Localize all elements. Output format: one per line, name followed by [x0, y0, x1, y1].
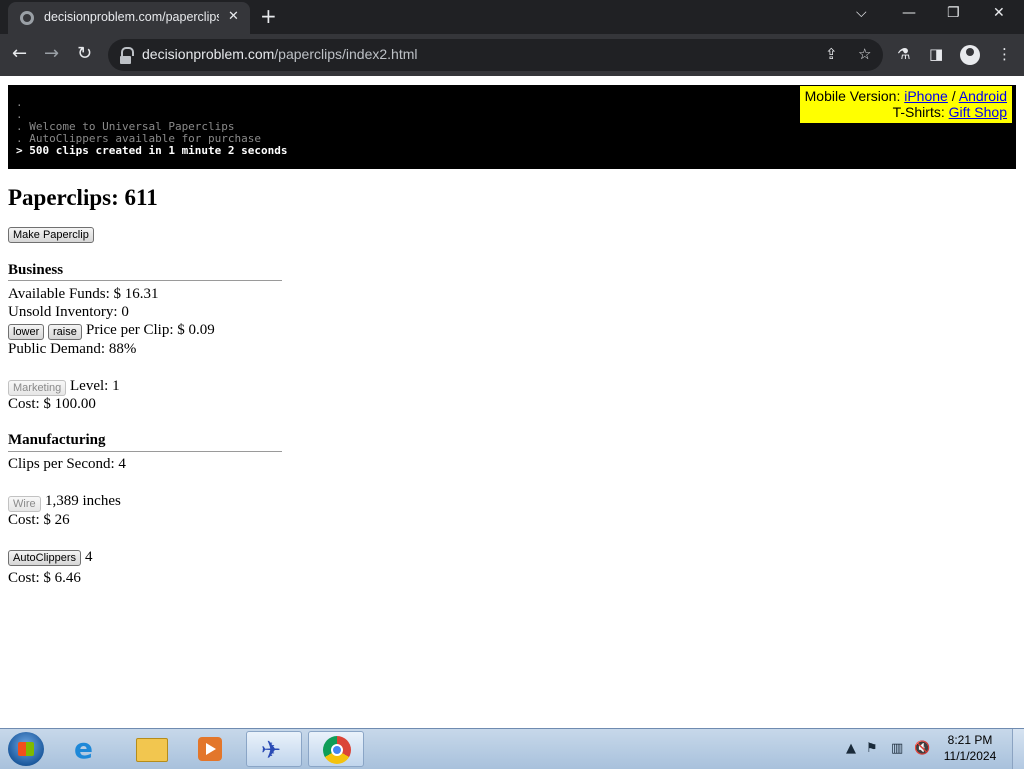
- clock-date: 11/1/2024: [943, 749, 997, 763]
- marketing-button[interactable]: Marketing: [8, 380, 67, 396]
- labs-icon[interactable]: ⚗: [897, 45, 910, 63]
- internet-explorer-taskbar-button[interactable]: e: [62, 731, 118, 767]
- side-panel-icon[interactable]: ◨: [929, 45, 943, 63]
- marketing-cost: Cost: $ 100.00: [8, 396, 96, 412]
- bookmark-star-icon[interactable]: ☆: [858, 45, 871, 63]
- paperclip-count: Paperclips: 611: [8, 185, 158, 210]
- lower-price-button[interactable]: lower: [8, 324, 45, 340]
- autoclippers-count: 4: [85, 549, 93, 565]
- menu-icon[interactable]: ⋮: [997, 45, 1012, 63]
- share-icon[interactable]: ⇪: [825, 45, 838, 63]
- android-link[interactable]: Android: [959, 88, 1007, 104]
- start-button[interactable]: [8, 732, 44, 766]
- forward-icon[interactable]: →: [44, 43, 59, 64]
- media-player-icon: [198, 737, 222, 761]
- airplane-app-icon: ✈: [261, 736, 282, 764]
- page-content: . . . Welcome to Universal Paperclips . …: [0, 76, 1024, 728]
- business-heading: Business: [8, 262, 64, 278]
- console-current-line: > 500 clips created in 1 minute 2 second…: [16, 144, 288, 157]
- volume-muted-icon[interactable]: 🔇: [914, 741, 930, 756]
- price-per-clip: Price per Clip: $ 0.09: [86, 322, 215, 338]
- clock-time: 8:21 PM: [947, 733, 993, 747]
- iphone-link[interactable]: iPhone: [904, 88, 948, 104]
- raise-price-button[interactable]: raise: [48, 324, 82, 340]
- url-text[interactable]: decisionproblem.com/paperclips/index2.ht…: [142, 46, 417, 62]
- autoclippers-button[interactable]: AutoClippers: [8, 550, 81, 566]
- show-desktop-button[interactable]: [1012, 729, 1024, 769]
- action-center-flag-icon[interactable]: ⚑: [866, 741, 878, 756]
- wire-cost: Cost: $ 26: [8, 512, 70, 528]
- system-clock[interactable]: 8:21 PM 11/1/2024: [930, 732, 1010, 764]
- folder-icon: [136, 738, 168, 762]
- marketing-level: Level: 1: [70, 378, 120, 394]
- available-funds: Available Funds: $ 16.31: [8, 286, 159, 302]
- show-hidden-icons-icon[interactable]: ▲: [846, 741, 856, 756]
- link-separator: /: [951, 88, 956, 104]
- internet-explorer-icon: e: [74, 732, 93, 765]
- unsold-inventory: Unsold Inventory: 0: [8, 304, 129, 320]
- close-window-button[interactable]: ✕: [993, 5, 1005, 21]
- divider: [8, 451, 282, 452]
- network-icon[interactable]: ▥: [891, 741, 903, 756]
- gift-shop-link[interactable]: Gift Shop: [949, 104, 1007, 120]
- chrome-taskbar-button[interactable]: [308, 731, 364, 767]
- browser-toolbar: ← → ↻ decisionproblem.com/paperclips/ind…: [0, 34, 1024, 76]
- divider: [8, 280, 282, 281]
- manufacturing-heading: Manufacturing: [8, 432, 106, 448]
- chrome-icon: [323, 736, 351, 764]
- tab-search-icon[interactable]: ⌵: [856, 5, 867, 21]
- minimize-button[interactable]: —: [902, 5, 916, 21]
- address-bar[interactable]: decisionproblem.com/paperclips/index2.ht…: [108, 39, 883, 71]
- windows-taskbar: e ✈ ▲ ⚑ ▥ 🔇 8:21 PM 11/1/2024: [0, 728, 1024, 769]
- public-demand: Public Demand: 88%: [8, 341, 137, 357]
- console-log: . . . Welcome to Universal Paperclips . …: [8, 85, 1016, 169]
- make-paperclip-button[interactable]: Make Paperclip: [8, 227, 94, 243]
- back-icon[interactable]: ←: [12, 43, 27, 64]
- mobile-links-box: Mobile Version: iPhone / Android T-Shirt…: [799, 86, 1012, 123]
- lock-icon[interactable]: [120, 47, 134, 64]
- wire-button[interactable]: Wire: [8, 496, 41, 512]
- profile-avatar-icon[interactable]: [960, 45, 980, 65]
- tab-strip: decisionproblem.com/paperclips ✕ + ⌵ — ❐…: [0, 0, 1024, 34]
- tab-title: decisionproblem.com/paperclips: [44, 10, 219, 24]
- media-player-taskbar-button[interactable]: [184, 731, 240, 767]
- new-tab-button[interactable]: +: [260, 4, 277, 28]
- globe-icon: [20, 11, 34, 25]
- tab-close-icon[interactable]: ✕: [228, 9, 239, 24]
- mobile-version-label: Mobile Version:: [804, 88, 901, 104]
- browser-tab[interactable]: decisionproblem.com/paperclips ✕: [8, 2, 250, 34]
- file-explorer-taskbar-button[interactable]: [124, 731, 180, 767]
- reload-icon[interactable]: ↻: [77, 43, 92, 64]
- app-taskbar-button[interactable]: ✈: [246, 731, 302, 767]
- wire-amount: 1,389 inches: [45, 493, 121, 509]
- tshirts-label: T-Shirts:: [892, 104, 945, 120]
- restore-button[interactable]: ❐: [947, 5, 960, 21]
- autoclippers-cost: Cost: $ 6.46: [8, 570, 81, 586]
- clips-per-second: Clips per Second: 4: [8, 456, 126, 472]
